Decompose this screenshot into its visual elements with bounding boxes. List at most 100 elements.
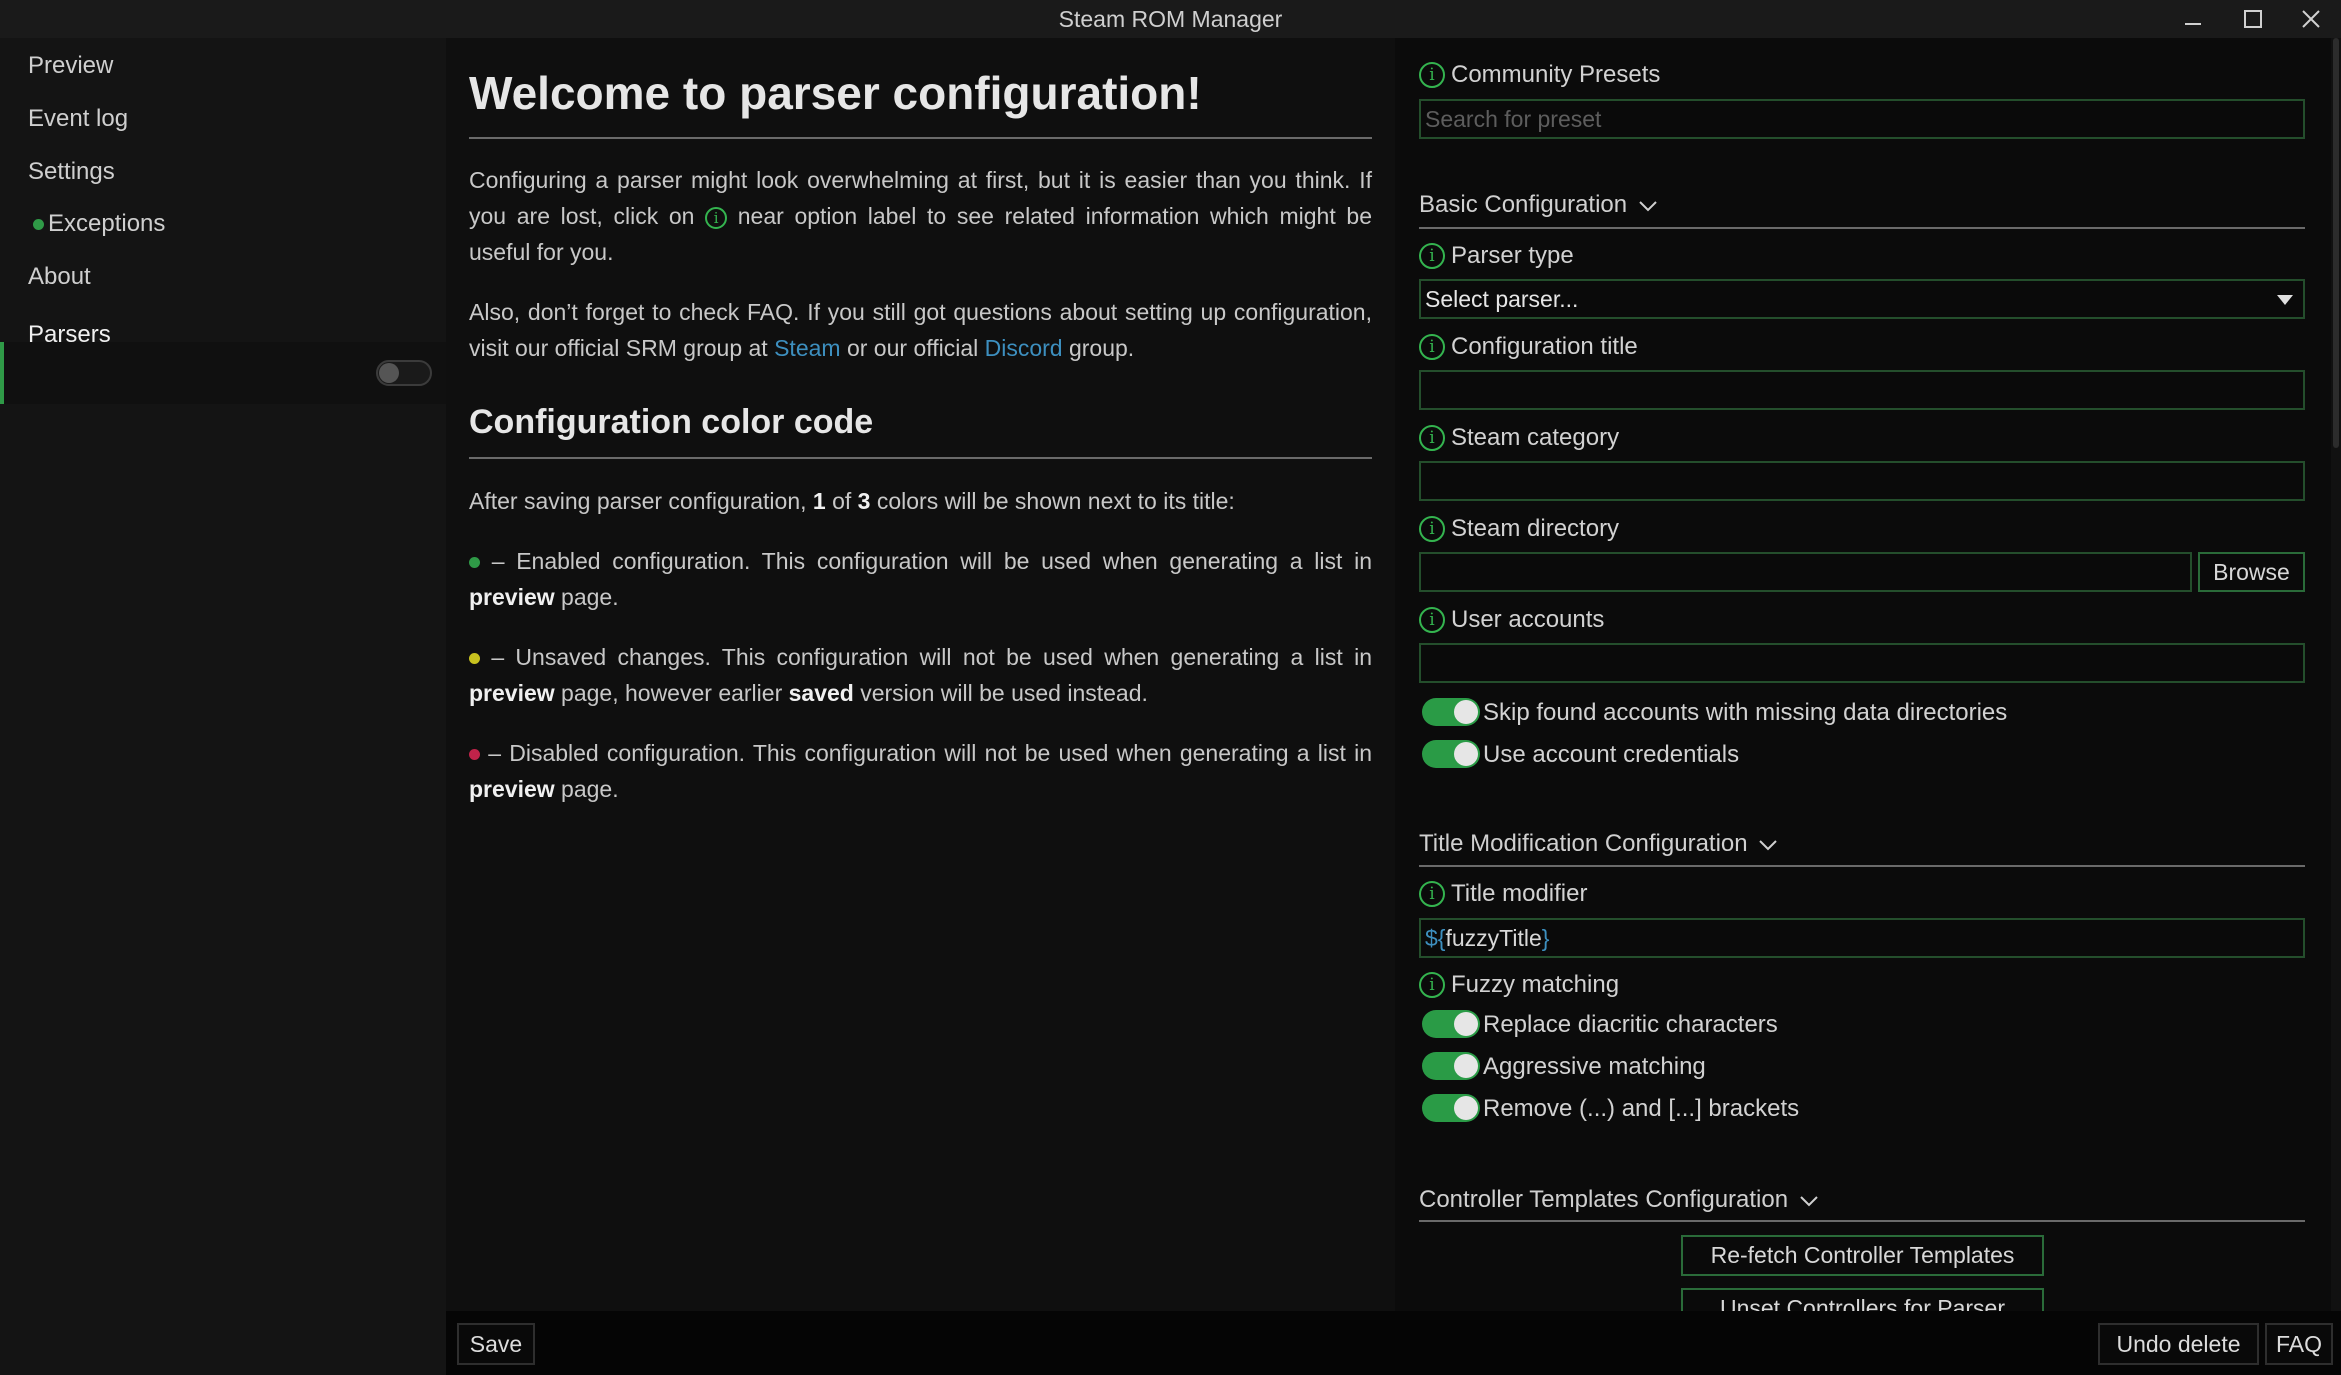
variable-brace: } — [1541, 925, 1550, 951]
minimize-button[interactable] — [2163, 0, 2223, 38]
toggle-knob — [1454, 1012, 1478, 1036]
unset-controllers-button[interactable]: Unset Controllers for Parser — [1681, 1288, 2044, 1311]
info-icon[interactable]: i — [1419, 881, 1445, 907]
text: 3 — [857, 488, 871, 514]
unsaved-dot-icon — [469, 653, 480, 665]
text: saved — [788, 680, 854, 706]
disabled-dot-icon — [469, 749, 480, 761]
parsers-toggle[interactable] — [376, 360, 432, 386]
label-text: Steam category — [1451, 424, 1620, 451]
bottom-toolbar — [446, 1311, 2341, 1375]
basic-config-section-header[interactable]: Basic Configuration — [1419, 191, 1658, 219]
save-button[interactable]: Save — [457, 1323, 535, 1365]
fuzzy-matching-label: i Fuzzy matching — [1419, 971, 1619, 999]
parser-type-label: i Parser type — [1419, 242, 1574, 270]
use-account-credentials-toggle[interactable] — [1422, 740, 1480, 768]
parser-type-select[interactable]: Select parser... — [1419, 279, 2305, 319]
discord-link[interactable]: Discord — [985, 335, 1063, 361]
user-accounts-label: i User accounts — [1419, 606, 1604, 634]
replace-diacritic-toggle[interactable] — [1422, 1010, 1480, 1038]
text: After saving parser configuration, — [469, 488, 813, 514]
dropdown-arrow-icon — [2277, 295, 2293, 305]
faq-paragraph: Also, don’t forget to check FAQ. If you … — [469, 294, 1372, 366]
sidebar-item-exceptions[interactable]: Exceptions — [33, 210, 165, 238]
refetch-controller-templates-button[interactable]: Re-fetch Controller Templates — [1681, 1235, 2044, 1276]
toggle-knob — [1454, 700, 1478, 724]
status-dot-icon — [33, 219, 44, 231]
close-button[interactable] — [2281, 0, 2341, 38]
steam-directory-label: i Steam directory — [1419, 515, 1619, 543]
sidebar-item-preview[interactable]: Preview — [28, 52, 113, 80]
maximize-button[interactable] — [2223, 0, 2283, 38]
text: page. — [554, 584, 619, 610]
maximize-icon — [2244, 10, 2262, 28]
info-icon[interactable]: i — [1419, 607, 1445, 633]
title-modifier-input[interactable]: ${fuzzyTitle} — [1419, 918, 2305, 958]
controller-section-header[interactable]: Controller Templates Configuration — [1419, 1186, 1819, 1214]
label-text: Title modifier — [1451, 880, 1588, 907]
skip-found-accounts-label: Skip found accounts with missing data di… — [1483, 699, 2008, 726]
colorcode-intro: After saving parser configuration, 1 of … — [469, 483, 1372, 519]
label-text: Steam directory — [1451, 515, 1620, 542]
divider — [1419, 227, 2305, 229]
steam-category-input[interactable] — [1419, 461, 2305, 501]
section-title: Configuration color code — [469, 403, 874, 441]
label-text: Community Presets — [1451, 61, 1661, 88]
remove-brackets-toggle[interactable] — [1422, 1094, 1480, 1122]
steam-link[interactable]: Steam — [774, 335, 840, 361]
info-icon[interactable]: i — [1419, 334, 1445, 360]
label-text: Parser type — [1451, 242, 1574, 269]
configuration-title-input[interactable] — [1419, 370, 2305, 410]
info-icon[interactable]: i — [1419, 972, 1445, 998]
window-title: Steam ROM Manager — [1058, 6, 1283, 32]
title-mod-section-header[interactable]: Title Modification Configuration — [1419, 830, 1778, 858]
info-icon[interactable]: i — [1419, 243, 1445, 269]
replace-diacritic-label: Replace diacritic characters — [1483, 1011, 1778, 1038]
text: page. — [554, 776, 619, 802]
steam-directory-input[interactable] — [1419, 552, 2192, 592]
steam-category-label: i Steam category — [1419, 424, 1619, 452]
browse-button[interactable]: Browse — [2198, 552, 2305, 592]
remove-brackets-label: Remove (...) and [...] brackets — [1483, 1095, 1800, 1122]
title-modifier-label: i Title modifier — [1419, 880, 1587, 908]
configuration-title-label: i Configuration title — [1419, 333, 1638, 361]
section-label: Title Modification Configuration — [1419, 830, 1748, 857]
info-icon[interactable]: i — [1419, 425, 1445, 451]
text: – Enabled configuration. This configurat… — [480, 548, 1372, 574]
text: – Unsaved changes. This configuration wi… — [480, 644, 1372, 670]
chevron-down-icon — [1800, 1196, 1818, 1207]
placeholder-text: Search for preset — [1425, 106, 1602, 132]
scrollbar-thumb[interactable] — [2333, 38, 2339, 448]
sidebar-item-settings[interactable]: Settings — [28, 158, 115, 186]
info-icon[interactable]: i — [1419, 62, 1445, 88]
label-text: Fuzzy matching — [1451, 971, 1620, 998]
divider — [1419, 865, 2305, 867]
user-accounts-input[interactable] — [1419, 643, 2305, 683]
section-label: Basic Configuration — [1419, 191, 1628, 218]
faq-button[interactable]: FAQ — [2265, 1323, 2333, 1365]
text: preview — [469, 584, 555, 610]
divider — [469, 137, 1372, 139]
variable-brace: ${ — [1425, 925, 1446, 951]
divider — [469, 457, 1372, 459]
toggle-knob — [379, 363, 399, 383]
preset-search-input[interactable]: Search for preset — [1419, 99, 2305, 139]
minimize-icon — [2185, 23, 2201, 25]
close-icon — [2302, 10, 2320, 28]
sidebar-item-label: Exceptions — [48, 210, 166, 237]
info-icon[interactable]: i — [1419, 516, 1445, 542]
chevron-down-icon — [1639, 201, 1657, 212]
sidebar-item-event-log[interactable]: Event log — [28, 105, 128, 133]
undo-delete-button[interactable]: Undo delete — [2098, 1323, 2259, 1365]
text: version will be used instead. — [853, 680, 1148, 706]
toggle-knob — [1454, 1096, 1478, 1120]
section-label: Controller Templates Configuration — [1419, 1186, 1789, 1213]
faq-text: group. — [1062, 335, 1135, 361]
enabled-description: – Enabled configuration. This configurat… — [469, 543, 1372, 615]
sidebar-item-parsers[interactable]: Parsers — [28, 321, 111, 349]
text: 1 — [812, 488, 826, 514]
title-bar: Steam ROM Manager — [0, 0, 2341, 38]
aggressive-matching-toggle[interactable] — [1422, 1052, 1480, 1080]
sidebar-item-about[interactable]: About — [28, 263, 91, 291]
skip-found-accounts-toggle[interactable] — [1422, 698, 1480, 726]
